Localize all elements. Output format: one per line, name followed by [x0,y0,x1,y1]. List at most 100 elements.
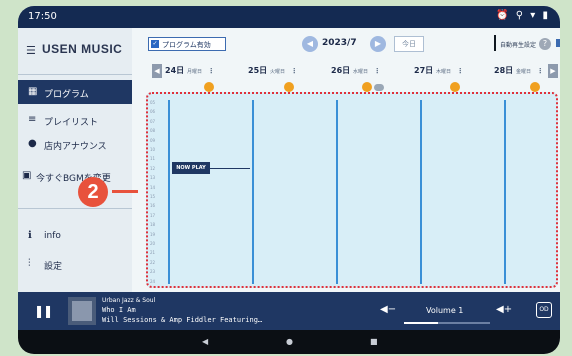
clock: 17:50 [28,11,57,22]
schedule-grid[interactable]: 05 06 07 08 09 10 11 12 13 14 15 16 17 18 19 20 21 22 23 24… [146,92,558,288]
volume-down-icon[interactable]: ◀− [380,304,396,315]
recents-icon[interactable]: ■ [370,337,378,346]
playlist-icon: ≡ [28,114,37,125]
day-column-header[interactable]: 25日 火曜日 ⋮ [248,65,298,76]
next-month-button[interactable]: ▶ [370,36,386,52]
program-enable-label: プログラム有効 [162,41,211,49]
volume-slider[interactable] [404,322,490,324]
time-label: 21 [150,250,156,256]
sun-icon [362,82,372,92]
more-icon[interactable]: ⋮ [291,67,298,75]
home-icon[interactable]: ● [286,337,293,346]
help-icon[interactable]: ? [539,38,551,50]
sun-icon [450,82,460,92]
sun-icon [284,82,294,92]
sidebar-item-label: info [44,231,61,241]
album-art [68,297,96,325]
autoplay-setting[interactable]: 自動再生設定 [500,40,536,49]
sidebar-item-label: プログラム [44,90,89,100]
time-label: 14 [150,184,156,190]
time-label: 12 [150,165,156,171]
day-weekday: 火曜日 [269,69,285,75]
time-label: 05 [150,100,156,105]
sidebar-item-announcement[interactable]: ● 店内アナウンス [18,132,132,156]
sidebar: ☰ USEN MUSIC ▦ プログラム ≡ プレイリスト ● 店内アナウンス … [18,28,132,292]
day-column-header[interactable]: 27日 木曜日 ⋮ [414,65,464,76]
divider [18,74,132,75]
sidebar-item-settings[interactable]: ⫶ 設定 [18,252,132,276]
track-title: Who I Am [102,306,136,314]
day-column-line [336,100,338,284]
time-label: 23 [150,269,156,275]
time-label: 11 [150,156,156,162]
info-icon: ℹ [28,230,32,241]
more-icon[interactable]: ⋮ [374,67,381,75]
day-date: 28日 [494,66,514,75]
sidebar-item-label: 店内アナウンス [44,142,107,152]
view-toggle-icon[interactable] [556,39,560,47]
prev-week-button[interactable]: ◀ [152,64,162,78]
android-nav-bar: ◀ ● ■ [18,330,560,354]
time-label: 17 [150,212,156,218]
sidebar-item-info[interactable]: ℹ info [18,224,132,248]
back-icon[interactable]: ◀ [202,337,208,346]
volume-up-icon[interactable]: ◀+ [496,304,512,315]
more-icon[interactable]: ⋮ [537,67,544,75]
day-column-header[interactable]: 24日 月曜日 ⋮ [165,65,215,76]
program-enable-toggle[interactable]: ✓ プログラム有効 [148,37,226,51]
time-label: 10 [150,147,156,152]
time-label: 07 [150,118,156,124]
toolbar: ✓ プログラム有効 ◀ 2023/7 ▶ 今日 自動再生設定 ? [132,28,560,60]
day-column-line [168,100,170,284]
day-column-line [504,100,506,284]
time-label: 13 [150,175,156,181]
shop-icon: ▣ [22,170,32,181]
day-weekday: 金曜日 [515,69,531,75]
volume-label: Volume 1 [426,306,464,315]
day-column-line [252,100,254,284]
grid-icon: ▦ [28,86,38,97]
today-button[interactable]: 今日 [394,36,424,52]
next-week-button[interactable]: ▶ [548,64,558,78]
more-icon[interactable]: ⋮ [457,67,464,75]
app-title: USEN MUSIC [42,42,123,56]
current-month: 2023/7 [322,38,357,48]
sun-icon [530,82,540,92]
more-icon[interactable]: ⋮ [208,67,215,75]
callout-pointer [112,190,138,193]
sidebar-header: ☰ USEN MUSIC [18,28,132,70]
menu-icon[interactable]: ☰ [26,44,36,57]
status-icons: ⏰ ⚲ ▾ ▮ [496,10,550,21]
time-label: 22 [150,259,156,265]
day-weekday: 水曜日 [352,69,368,75]
time-label: 19 [150,231,156,237]
day-date: 27日 [414,66,434,75]
sidebar-item-label: プレイリスト [44,118,99,128]
chevron-left-icon: ◀ [306,39,314,48]
cloud-icon [374,84,384,91]
time-label: 09 [150,137,156,143]
cast-icon[interactable]: OD [536,302,552,318]
sidebar-item-program[interactable]: ▦ プログラム [18,80,132,104]
time-label: 24 [150,278,156,284]
prev-month-button[interactable]: ◀ [302,36,318,52]
pause-icon[interactable]: ❚❚ [34,304,53,318]
time-label: 08 [150,128,156,134]
divider [494,35,496,51]
chevron-left-icon: ◀ [154,67,160,75]
now-play-badge: NOW PLAY [172,162,210,174]
speech-icon: ● [28,138,37,149]
track-artist: Will Sessions & Amp Fiddler Featuring… [102,316,263,324]
sidebar-item-change-bgm[interactable]: ▣ 今すぐBGMを変更 [18,164,132,188]
time-label: 06 [150,109,156,115]
day-column-header[interactable]: 28日 金曜日 ⋮ [494,65,544,76]
time-label: 16 [150,203,156,209]
sun-icon [204,82,214,92]
sidebar-item-playlist[interactable]: ≡ プレイリスト [18,108,132,132]
status-bar: 17:50 ⏰ ⚲ ▾ ▮ [18,6,560,28]
day-column-header[interactable]: 26日 水曜日 ⋮ [331,65,381,76]
chevron-right-icon: ▶ [550,67,556,75]
day-weekday: 月曜日 [186,69,202,75]
chevron-right-icon: ▶ [374,39,382,48]
channel-name: Urban Jazz & Soul [102,297,156,304]
